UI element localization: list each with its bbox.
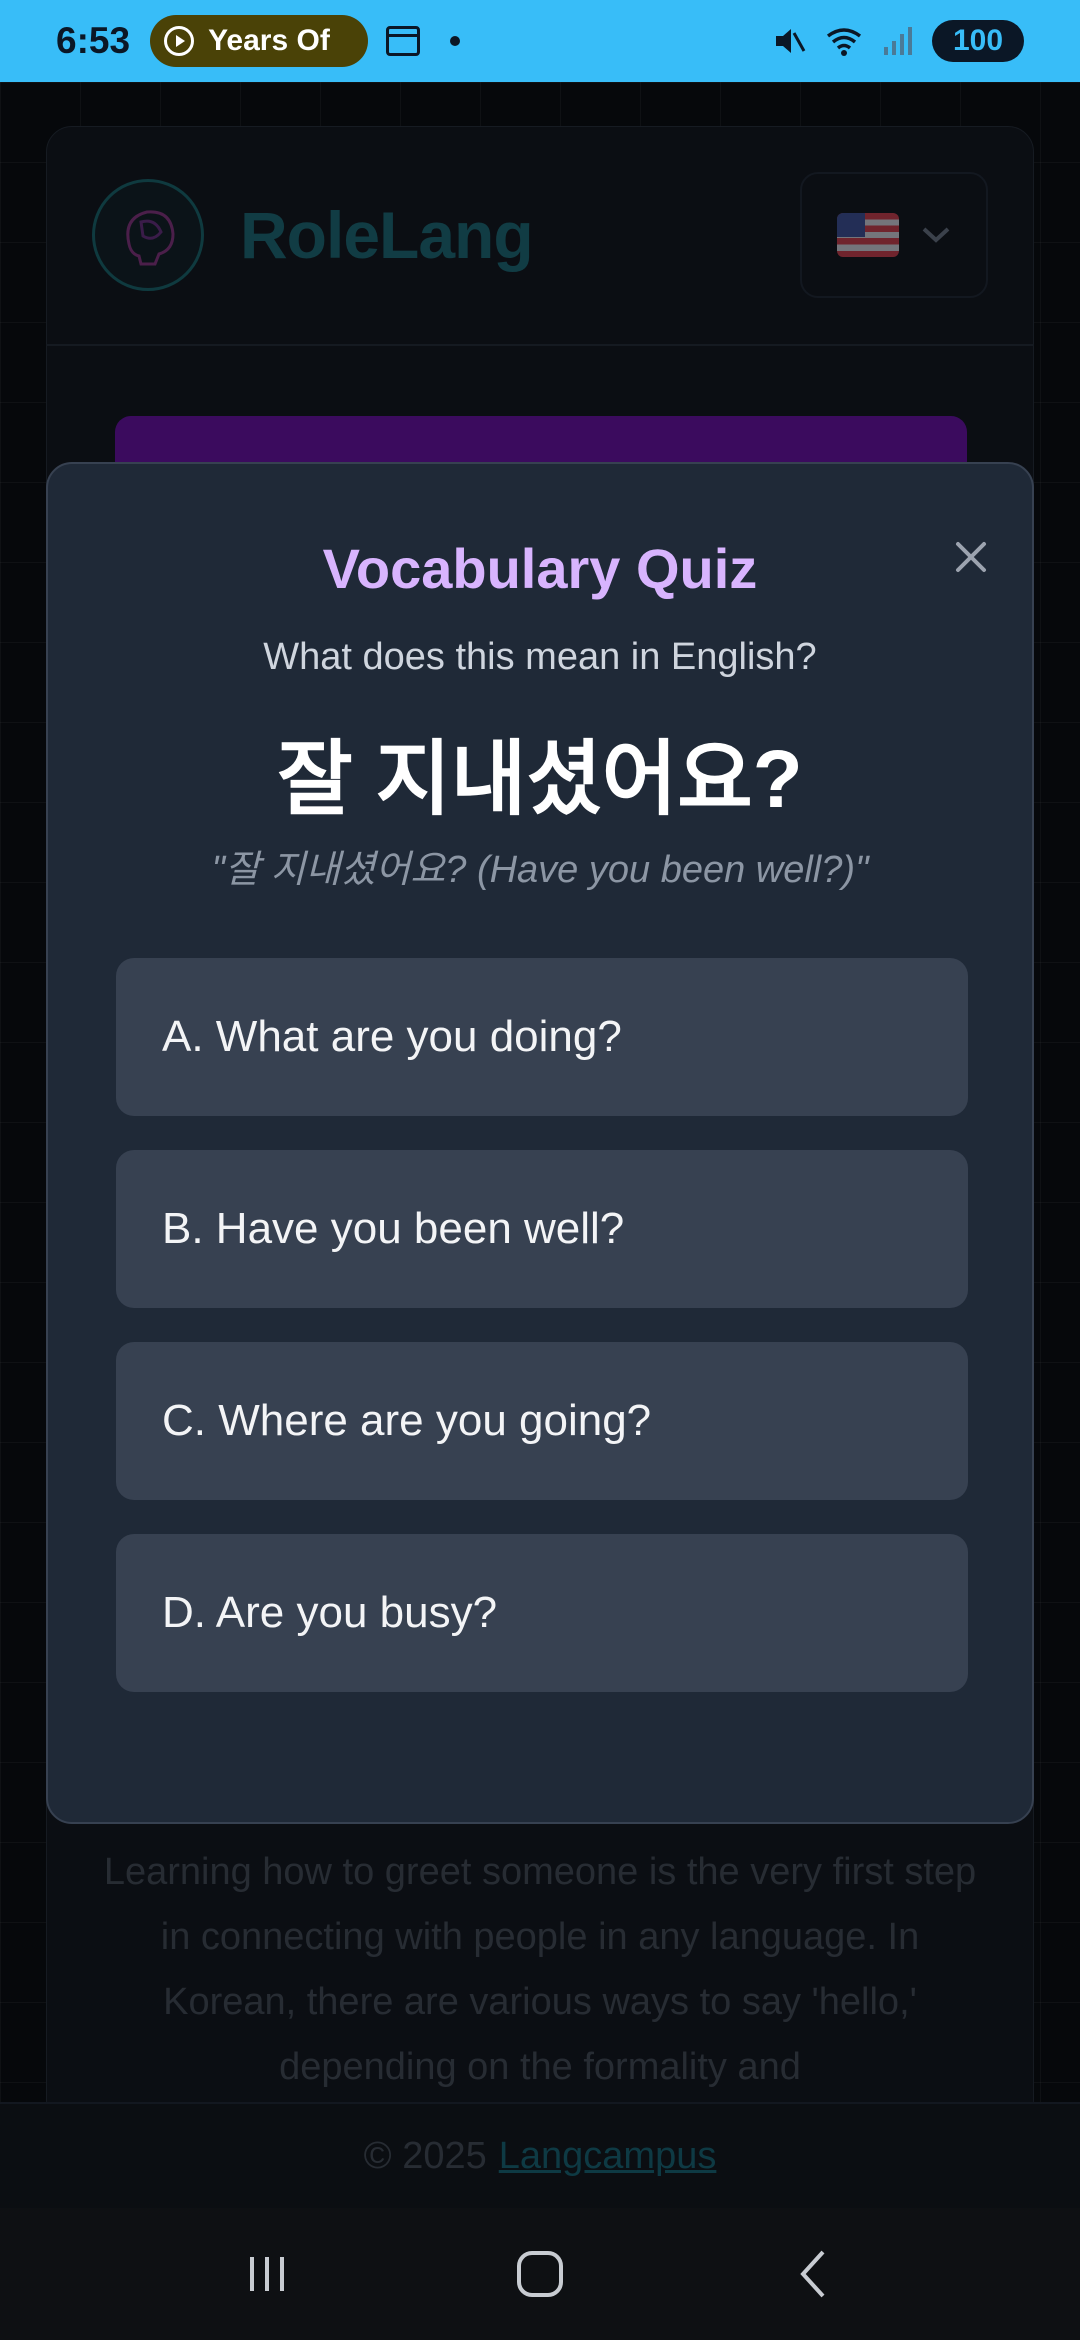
- wifi-icon: [826, 28, 862, 56]
- mute-icon: [776, 29, 806, 53]
- quiz-modal: Vocabulary Quiz What does this mean in E…: [46, 462, 1034, 1824]
- quiz-prompt: What does this mean in English?: [263, 636, 817, 678]
- footer-copyright: © 2025: [363, 2134, 487, 2177]
- calendar-icon: [386, 26, 421, 56]
- chevron-down-icon: [922, 227, 950, 243]
- back-icon: [800, 2250, 825, 2298]
- logo-head-icon: [126, 210, 175, 266]
- signal-icon: [884, 27, 912, 55]
- app-header: RoleLang: [46, 126, 1034, 346]
- footer: © 2025 Langcampus: [0, 2102, 1080, 2208]
- system-nav-bar: [0, 2208, 1080, 2340]
- home-icon: [516, 2251, 563, 2297]
- brand-name: RoleLang: [240, 198, 534, 272]
- battery-icon: 100: [932, 20, 1024, 62]
- play-icon: [164, 26, 195, 56]
- recents-icon: [249, 2257, 284, 2291]
- option-d-button[interactable]: D. Are you busy?: [116, 1534, 968, 1692]
- battery-level: 100: [952, 24, 1004, 57]
- quiz-word: 잘 지내셨어요?: [277, 734, 803, 825]
- option-c-button[interactable]: C. Where are you going?: [116, 1342, 968, 1500]
- recents-button[interactable]: [227, 2234, 307, 2314]
- option-a-button[interactable]: A. What are you doing?: [116, 958, 968, 1116]
- dot-icon: [450, 36, 461, 46]
- us-flag-icon: [837, 213, 899, 257]
- back-button[interactable]: [773, 2234, 853, 2314]
- status-bar: 6:53 Years Of 100: [0, 0, 1080, 82]
- rolelang-logo: [92, 179, 204, 291]
- status-time: 6:53: [56, 20, 131, 61]
- lesson-paragraph: Learning how to greet someone is the ver…: [103, 1851, 977, 2088]
- home-button[interactable]: [500, 2234, 580, 2314]
- close-icon: [956, 542, 986, 572]
- close-button[interactable]: [946, 532, 996, 582]
- media-notification-pill[interactable]: Years Of: [150, 15, 369, 67]
- footer-link[interactable]: Langcampus: [499, 2135, 717, 2178]
- media-label: Years Of: [208, 24, 330, 57]
- answer-options: A. What are you doing? B. Have you been …: [116, 958, 968, 1726]
- language-selector[interactable]: [800, 172, 988, 298]
- quiz-example: "잘 지내셨어요? (Have you been well?)": [211, 849, 869, 891]
- modal-title: Vocabulary Quiz: [322, 537, 758, 600]
- option-b-button[interactable]: B. Have you been well?: [116, 1150, 968, 1308]
